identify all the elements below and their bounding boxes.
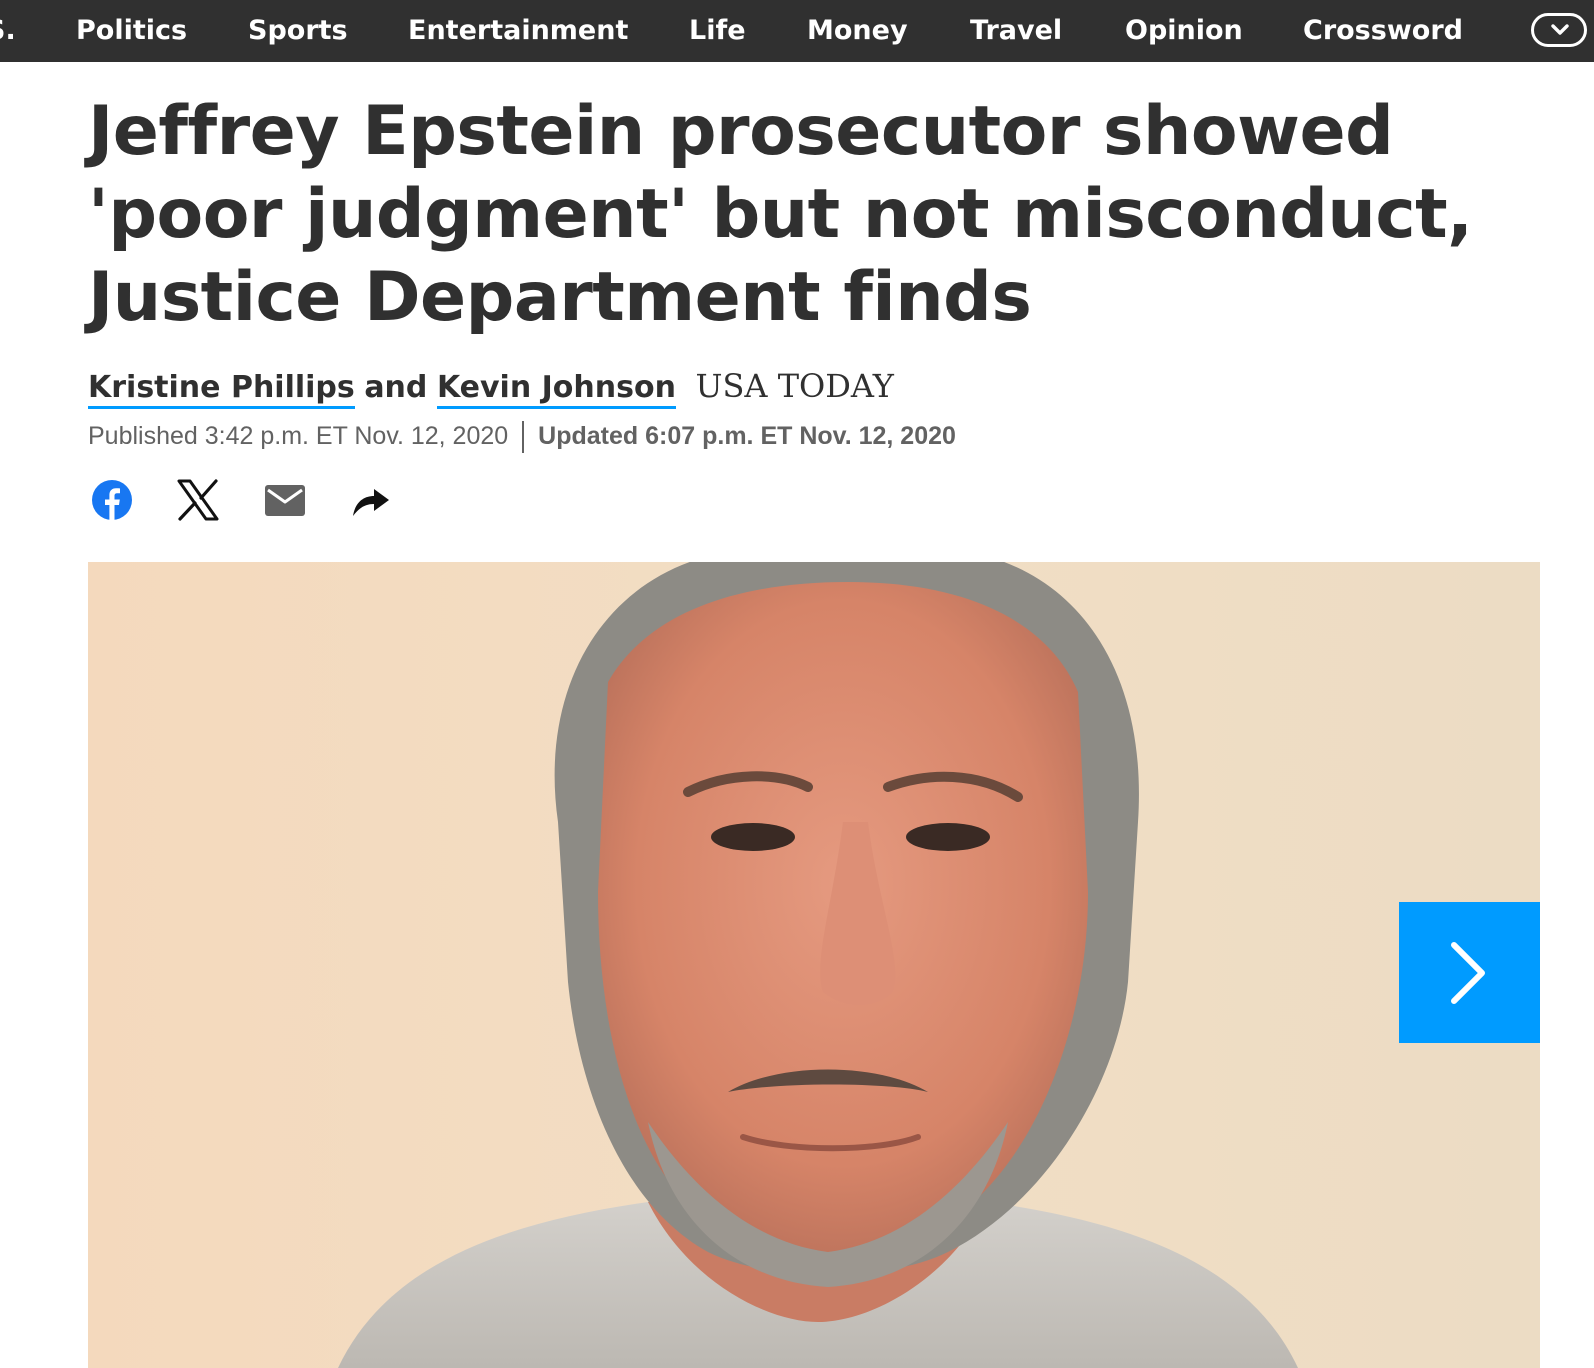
nav-item-crossword[interactable]: Crossword — [1303, 0, 1463, 62]
email-icon — [265, 485, 305, 516]
article-timestamps: Published 3:42 p.m. ET Nov. 12, 2020 Upda… — [88, 418, 956, 454]
byline: Kristine Phillips and Kevin Johnson USA … — [88, 364, 894, 409]
timestamp-divider — [522, 421, 525, 454]
outlet-name: USA TODAY — [695, 367, 894, 405]
author-link-kristine-phillips[interactable]: Kristine Phillips — [88, 370, 355, 409]
nav-item-life[interactable]: Life — [689, 0, 746, 62]
published-date: Published 3:42 p.m. ET Nov. 12, 2020 — [88, 422, 509, 450]
chevron-down-icon — [1551, 24, 1569, 35]
byline-conjunction: and — [364, 370, 428, 405]
article-headline: Jeffrey Epstein prosecutor showed 'poor … — [88, 92, 1473, 337]
nav-item-us[interactable]: S. — [0, 0, 16, 62]
facebook-icon — [92, 480, 132, 520]
nav-item-opinion[interactable]: Opinion — [1125, 0, 1243, 62]
gallery-next-button[interactable] — [1399, 902, 1540, 1043]
top-navigation: S. Politics Sports Entertainment Life Mo… — [0, 0, 1594, 62]
nav-item-sports[interactable]: Sports — [248, 0, 348, 62]
nav-more-button[interactable] — [1531, 13, 1587, 47]
x-share-button[interactable] — [176, 478, 220, 522]
facebook-share-button[interactable] — [90, 478, 134, 522]
more-share-button[interactable] — [350, 478, 394, 522]
updated-date: Updated 6:07 p.m. ET Nov. 12, 2020 — [538, 422, 956, 450]
nav-item-politics[interactable]: Politics — [76, 0, 187, 62]
author-link-kevin-johnson[interactable]: Kevin Johnson — [436, 370, 676, 409]
article-photo — [88, 562, 1540, 1368]
nav-item-entertainment[interactable]: Entertainment — [408, 0, 628, 62]
portrait-photo-image — [338, 562, 1298, 1368]
nav-item-money[interactable]: Money — [807, 0, 908, 62]
nav-item-travel[interactable]: Travel — [970, 0, 1062, 62]
chevron-right-icon — [1451, 942, 1485, 1004]
email-share-button[interactable] — [263, 478, 307, 522]
x-icon — [177, 479, 219, 521]
share-arrow-icon — [353, 489, 389, 516]
